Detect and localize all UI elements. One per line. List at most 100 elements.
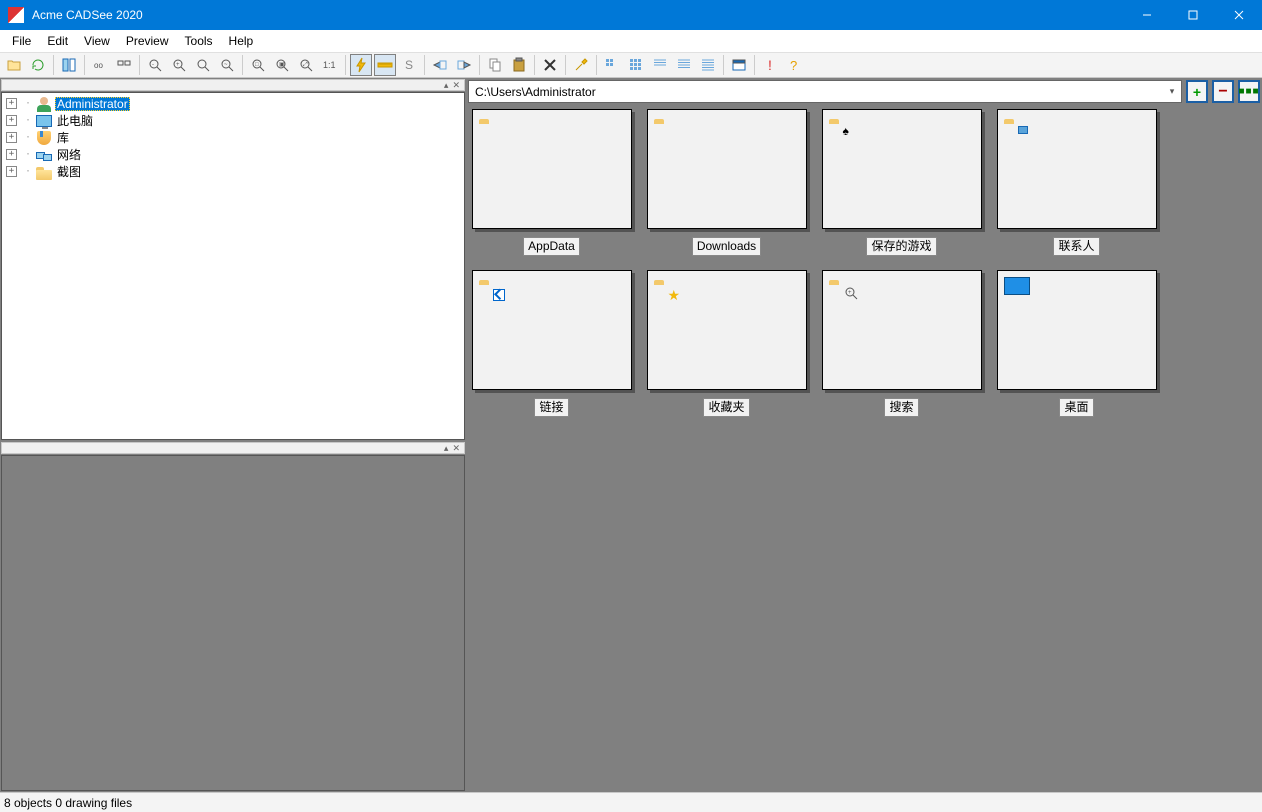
refresh-icon[interactable]	[27, 54, 49, 76]
thumbnail-grid[interactable]: AppDataDownloads♠保存的游戏联系人链接★收藏夹+ 搜索 桌面	[468, 109, 1260, 425]
folder-thumbnail[interactable]: ★收藏夹	[643, 270, 810, 425]
thumbnail-box	[997, 270, 1157, 390]
help-icon[interactable]: ?	[783, 54, 805, 76]
app-title: Acme CADSee 2020	[30, 8, 1124, 22]
menu-view[interactable]: View	[76, 32, 118, 50]
status-text: 8 objects 0 drawing files	[4, 796, 132, 810]
menu-preview[interactable]: Preview	[118, 32, 177, 50]
folder-thumbnail[interactable]: + 搜索	[818, 270, 985, 425]
tree-item-label: Administrator	[55, 97, 130, 111]
titlebar: Acme CADSee 2020	[0, 0, 1262, 30]
path-text: C:\Users\Administrator	[475, 85, 596, 99]
list1-icon[interactable]	[649, 54, 671, 76]
thumbnail-label: 保存的游戏	[866, 237, 936, 256]
toolbar-separator	[53, 55, 54, 75]
zoom-window-icon[interactable]: □	[247, 54, 269, 76]
close-button[interactable]	[1216, 0, 1262, 30]
toolbar-separator	[723, 55, 724, 75]
tree-expand-icon[interactable]: +	[6, 98, 17, 109]
path-row: C:\Users\Administrator ▾ + − ■■■	[468, 80, 1260, 103]
workspace: ▴ ✕ +·Administrator+·此电脑+·库+·网络+·截图 ▴ ✕ …	[0, 78, 1262, 792]
tree-item[interactable]: +·Administrator	[2, 95, 464, 112]
folder-icon	[36, 164, 52, 180]
path-combobox[interactable]: C:\Users\Administrator ▾	[468, 80, 1182, 103]
menu-tools[interactable]: Tools	[177, 32, 221, 50]
folder-thumbnail[interactable]: 桌面	[993, 270, 1160, 425]
toolbar-separator	[565, 55, 566, 75]
zoom-in-button[interactable]: +	[1186, 80, 1208, 103]
toolbar-separator	[596, 55, 597, 75]
open-icon[interactable]	[3, 54, 25, 76]
tree-expand-icon[interactable]: +	[6, 149, 17, 160]
minimize-button[interactable]	[1124, 0, 1170, 30]
panes-icon[interactable]	[58, 54, 80, 76]
pane-close-icon[interactable]: ✕	[452, 81, 460, 90]
list2-icon[interactable]	[673, 54, 695, 76]
thumbnail-box: ★	[647, 270, 807, 390]
tree-expand-icon[interactable]: +	[6, 115, 17, 126]
zoom-extents-icon[interactable]: ⤢	[295, 54, 317, 76]
thumbnail-box: +	[822, 270, 982, 390]
details-icon[interactable]	[697, 54, 719, 76]
layer-right-icon[interactable]	[453, 54, 475, 76]
toolbar-separator	[345, 55, 346, 75]
menu-edit[interactable]: Edit	[39, 32, 76, 50]
copy-icon[interactable]	[484, 54, 506, 76]
zoom-fit-icon[interactable]: ▣	[271, 54, 293, 76]
bolt-icon[interactable]	[350, 54, 372, 76]
svg-text:oo: oo	[94, 61, 103, 70]
pane-pin-icon[interactable]: ▴	[444, 444, 449, 453]
tree-item[interactable]: +·此电脑	[2, 112, 464, 129]
thumbs-small-icon[interactable]: oo	[89, 54, 111, 76]
svg-text:S: S	[405, 58, 413, 72]
maximize-button[interactable]	[1170, 0, 1216, 30]
tree-item[interactable]: +·截图	[2, 163, 464, 180]
ruler-icon[interactable]	[374, 54, 396, 76]
tree-expand-icon[interactable]: +	[6, 166, 17, 177]
zoom-out-icon[interactable]: -	[144, 54, 166, 76]
toolbar-separator	[424, 55, 425, 75]
view-options-button[interactable]: ■■■	[1238, 80, 1260, 103]
tools-icon[interactable]	[570, 54, 592, 76]
layer-left-icon[interactable]	[429, 54, 451, 76]
folder-tree[interactable]: +·Administrator+·此电脑+·库+·网络+·截图	[1, 92, 465, 440]
menu-file[interactable]: File	[4, 32, 39, 50]
tree-item-label: 截图	[55, 163, 83, 180]
zoom-hand-icon[interactable]: ~	[216, 54, 238, 76]
zoom-out-button[interactable]: −	[1212, 80, 1234, 103]
toolbar-separator	[479, 55, 480, 75]
chevron-down-icon[interactable]: ▾	[1165, 83, 1179, 100]
delete-icon[interactable]	[539, 54, 561, 76]
thumbnail-box	[472, 109, 632, 229]
folder-thumbnail[interactable]: Downloads	[643, 109, 810, 264]
grid1-icon[interactable]	[601, 54, 623, 76]
grid2-icon[interactable]	[625, 54, 647, 76]
folder-thumbnail[interactable]: 链接	[468, 270, 635, 425]
pane-close-icon[interactable]: ✕	[452, 444, 460, 453]
pane-pin-icon[interactable]: ▴	[444, 81, 449, 90]
folder-thumbnail[interactable]: ♠保存的游戏	[818, 109, 985, 264]
toolbar-separator	[534, 55, 535, 75]
folder-thumbnail[interactable]: 联系人	[993, 109, 1160, 264]
tree-item-label: 网络	[55, 146, 83, 163]
s-icon[interactable]: S	[398, 54, 420, 76]
folder-thumbnail[interactable]: AppData	[468, 109, 635, 264]
window-icon[interactable]	[728, 54, 750, 76]
zoom-in-icon[interactable]: +	[168, 54, 190, 76]
svg-text:⤢: ⤢	[303, 61, 308, 68]
zoom-reset-icon[interactable]	[192, 54, 214, 76]
warn-icon[interactable]: !	[759, 54, 781, 76]
tree-item[interactable]: +·网络	[2, 146, 464, 163]
svg-text:▣: ▣	[279, 62, 285, 68]
app-window: Acme CADSee 2020 File Edit View Preview …	[0, 0, 1262, 812]
thumbnail-box	[647, 109, 807, 229]
thumbs-large-icon[interactable]	[113, 54, 135, 76]
tree-expand-icon[interactable]: +	[6, 132, 17, 143]
menu-help[interactable]: Help	[221, 32, 262, 50]
paste-icon[interactable]	[508, 54, 530, 76]
zoom-11-icon[interactable]: 1:1	[319, 54, 341, 76]
svg-text:~: ~	[224, 62, 228, 68]
tree-item[interactable]: +·库	[2, 129, 464, 146]
thumbnail-label: 搜索	[884, 398, 918, 417]
svg-text:!: !	[768, 57, 772, 73]
